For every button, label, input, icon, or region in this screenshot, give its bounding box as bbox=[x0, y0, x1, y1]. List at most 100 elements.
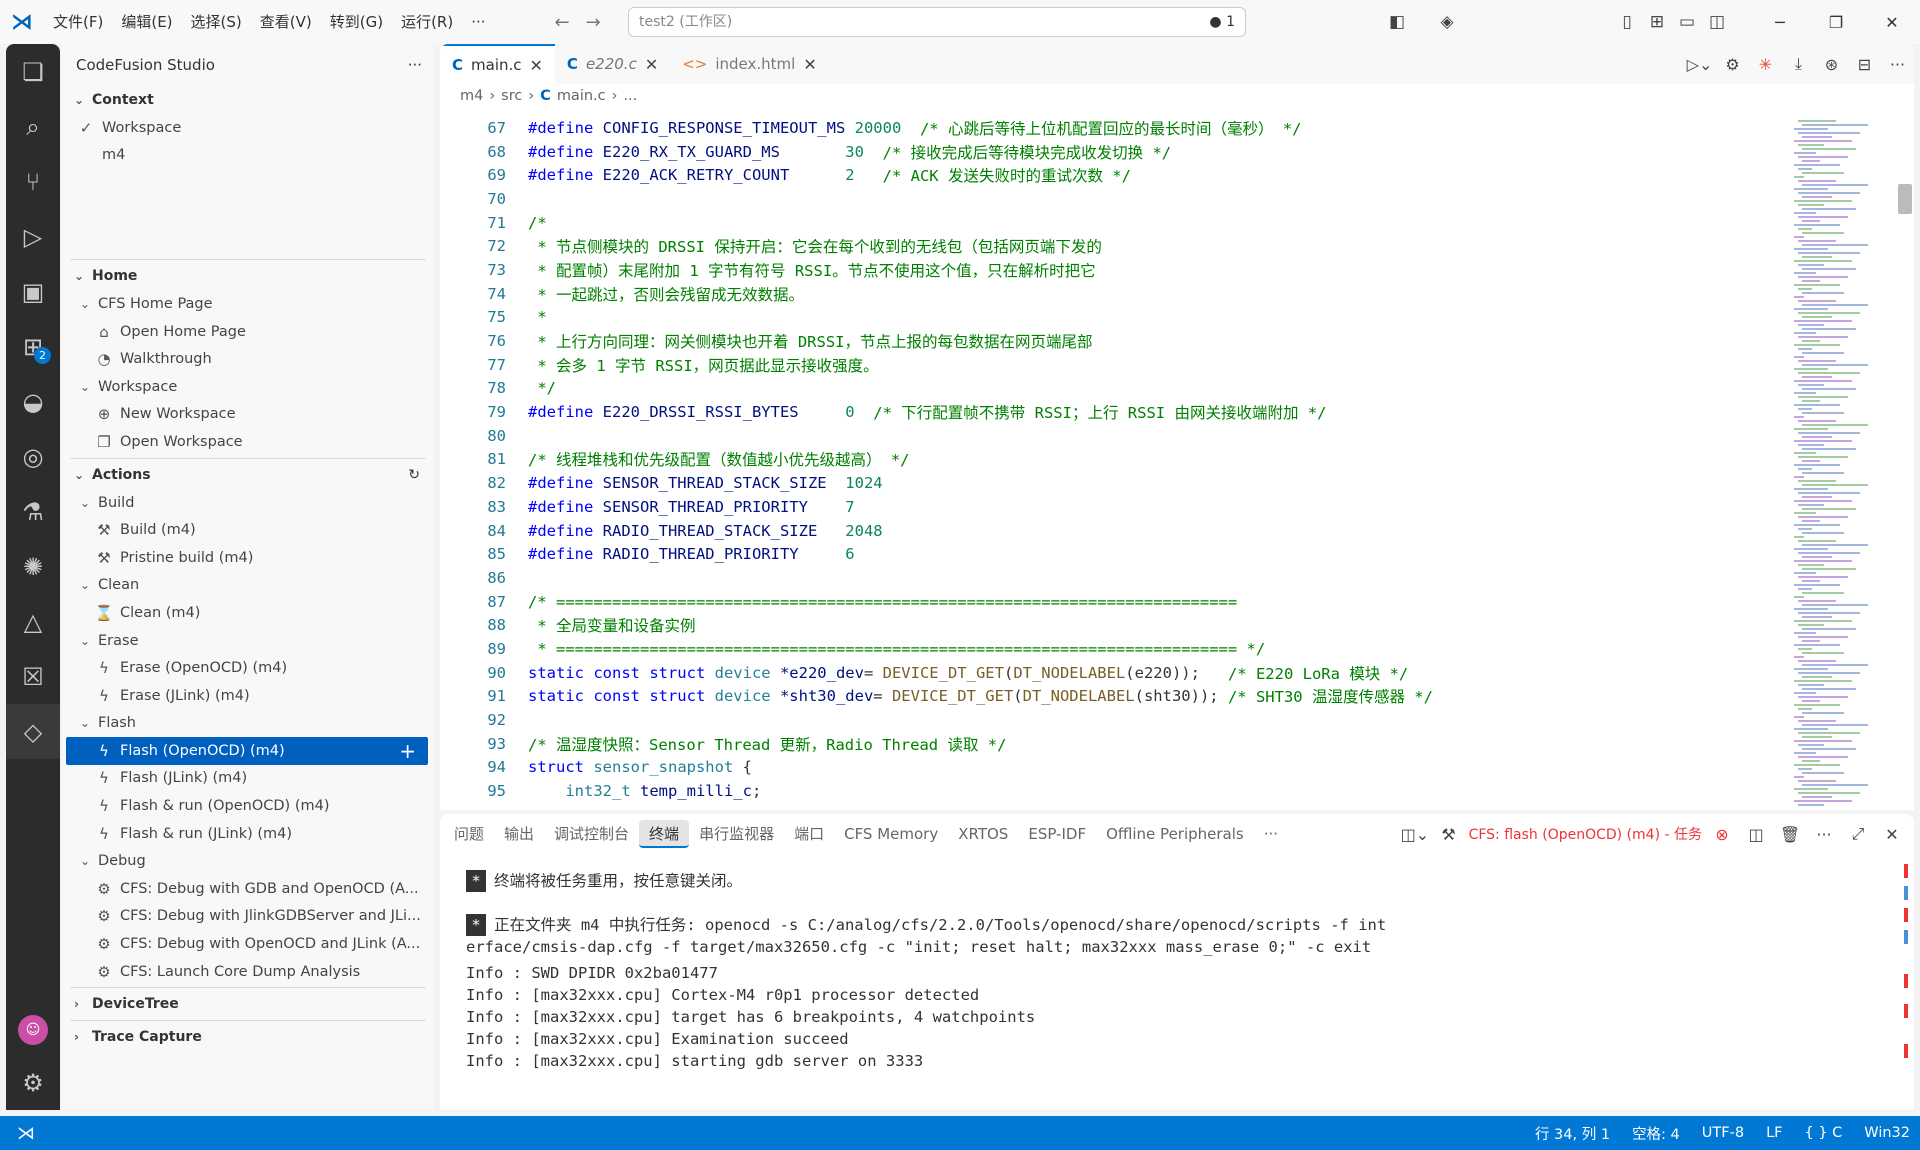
actions-section[interactable]: ⌄ Actions ↻ bbox=[62, 461, 434, 489]
menu-item[interactable]: 转到(G) bbox=[321, 0, 392, 44]
code-line[interactable]: 76 * 上行方向同理：网关侧模块也开着 DRSSI，节点上报的每包数据在网页端… bbox=[440, 329, 1780, 353]
platform[interactable]: Win32 bbox=[1864, 1125, 1910, 1141]
code-line[interactable]: 77 * 会多 1 字节 RSSI，网页据此显示接收强度。 bbox=[440, 353, 1780, 377]
forward-arrow-icon[interactable]: → bbox=[586, 12, 601, 33]
panel-tab[interactable]: XRTOS bbox=[948, 820, 1018, 848]
tab-close-icon[interactable]: ✕ bbox=[530, 56, 543, 75]
menu-item[interactable]: 运行(R) bbox=[392, 0, 462, 44]
menu-item[interactable]: 文件(F) bbox=[44, 0, 112, 44]
code-line[interactable]: 84 #define RADIO_THREAD_STACK_SIZE 2048 bbox=[440, 519, 1780, 543]
code-line[interactable]: 82 #define SENSOR_THREAD_STACK_SIZE 1024 bbox=[440, 471, 1780, 495]
chat-icon[interactable]: ◧ bbox=[1382, 12, 1412, 32]
code-line[interactable]: 71 /* bbox=[440, 211, 1780, 235]
code-line[interactable]: 94 struct sensor_snapshot { bbox=[440, 756, 1780, 780]
maximize-icon[interactable]: ❐ bbox=[1808, 13, 1864, 32]
toggle-panel-icon[interactable]: ▭ bbox=[1672, 12, 1702, 32]
tree-group[interactable]: ⌄ Workspace bbox=[62, 373, 434, 401]
code-line[interactable]: 87 /* ===================================… bbox=[440, 590, 1780, 614]
extensions-icon[interactable]: ⊞ 2 bbox=[6, 319, 60, 374]
home-section[interactable]: ⌄ Home bbox=[62, 262, 434, 290]
code-line[interactable]: 67 #define CONFIG_RESPONSE_TIMEOUT_MS 200… bbox=[440, 116, 1780, 140]
code-line[interactable]: 86 bbox=[440, 566, 1780, 590]
breadcrumb-item[interactable]: m4 bbox=[460, 88, 483, 104]
tree-item[interactable]: ❐ Open Workspace bbox=[62, 428, 434, 456]
panel-tab[interactable]: CFS Memory bbox=[834, 820, 948, 848]
panel-tab[interactable]: 问题 bbox=[444, 820, 494, 848]
trash-icon[interactable]: 🗑 bbox=[1776, 825, 1804, 844]
cursor-position[interactable]: 行 34, 列 1 bbox=[1535, 1123, 1610, 1144]
tree-group[interactable]: ⌄ CFS Home Page bbox=[62, 290, 434, 318]
tree-item[interactable]: ϟ Flash (OpenOCD) (m4) + bbox=[66, 737, 428, 765]
remote-icon[interactable]: ⋊ bbox=[0, 1123, 52, 1144]
context-section[interactable]: ⌄ Context bbox=[62, 86, 434, 114]
context-m4[interactable]: m4 bbox=[62, 142, 434, 170]
code-line[interactable]: 89 * ===================================… bbox=[440, 637, 1780, 661]
tree-item[interactable]: ◔ Walkthrough bbox=[62, 345, 434, 373]
ai-icon[interactable]: ⊛ bbox=[1815, 55, 1848, 74]
tree-item[interactable]: ⌛ Clean (m4) bbox=[62, 599, 434, 627]
editor-tab[interactable]: Ce220.c ✕ bbox=[555, 44, 670, 84]
tree-item[interactable]: ⚙ CFS: Debug with JlinkGDBServer and JLi.… bbox=[62, 903, 434, 931]
tools-icon[interactable]: ⚒ bbox=[1435, 825, 1463, 844]
tree-item[interactable]: ϟ Flash (JLink) (m4) bbox=[62, 765, 434, 793]
code-line[interactable]: 88 * 全局变量和设备实例 bbox=[440, 613, 1780, 637]
panel-tab[interactable]: 端口 bbox=[784, 820, 834, 848]
tree-item[interactable]: ⚒ Pristine build (m4) bbox=[62, 544, 434, 572]
code-line[interactable]: 68 #define E220_RX_TX_GUARD_MS 30 /* 接收完成… bbox=[440, 140, 1780, 164]
more-icon[interactable]: ··· bbox=[1810, 825, 1838, 844]
tree-group[interactable]: ⌄ Erase bbox=[62, 627, 434, 655]
tree-item[interactable]: ⚙ CFS: Debug with GDB and OpenOCD (A... bbox=[62, 875, 434, 903]
trace-capture-section[interactable]: › Trace Capture bbox=[62, 1023, 434, 1051]
close-icon[interactable]: ✕ bbox=[1864, 13, 1920, 32]
code-line[interactable]: 91 static const struct device *sht30_dev =… bbox=[440, 685, 1780, 709]
platformio-icon[interactable]: ✺ bbox=[6, 539, 60, 594]
code-line[interactable]: 80 bbox=[440, 424, 1780, 448]
code-line[interactable]: 78 */ bbox=[440, 377, 1780, 401]
code-line[interactable]: 90 static const struct device *e220_dev = … bbox=[440, 661, 1780, 685]
copilot-icon[interactable]: ◈ bbox=[1432, 12, 1462, 32]
context-workspace[interactable]: ✓ Workspace bbox=[62, 114, 434, 142]
editor-tab[interactable]: <> index.html ✕ bbox=[670, 44, 829, 84]
menu-item[interactable]: 查看(V) bbox=[251, 0, 321, 44]
testing-icon[interactable]: ⚗ bbox=[6, 484, 60, 539]
split-editor-icon[interactable]: ⊟ bbox=[1848, 55, 1881, 74]
terminal-output[interactable]: * 终端将被任务重用，按任意键关闭。 * 正在文件夹 m4 中执行任务: openoc… bbox=[466, 870, 1846, 1072]
analog-icon[interactable]: △ bbox=[6, 594, 60, 649]
indentation[interactable]: 空格: 4 bbox=[1632, 1123, 1680, 1144]
remote-explorer-icon[interactable]: ▣ bbox=[6, 264, 60, 319]
panel-tab[interactable]: ESP-IDF bbox=[1018, 820, 1096, 848]
run-debug-icon[interactable]: ▷ bbox=[6, 209, 60, 264]
tree-group[interactable]: ⌄ Flash bbox=[62, 710, 434, 738]
code-view[interactable]: 67 #define CONFIG_RESPONSE_TIMEOUT_MS 200… bbox=[440, 116, 1780, 803]
panel-tab[interactable]: 调试控制台 bbox=[544, 820, 639, 848]
spark-icon[interactable]: ✳ bbox=[1749, 55, 1782, 74]
editor-tab[interactable]: Cmain.c ✕ bbox=[440, 44, 555, 84]
code-line[interactable]: 69 #define E220_ACK_RETRY_COUNT 2 /* ACK … bbox=[440, 163, 1780, 187]
tree-item[interactable]: ϟ Flash & run (OpenOCD) (m4) bbox=[62, 792, 434, 820]
panel-tab[interactable]: 终端 bbox=[639, 820, 690, 848]
toggle-sidebar-icon[interactable]: ▯ bbox=[1612, 12, 1642, 32]
code-line[interactable]: 92 bbox=[440, 708, 1780, 732]
breadcrumb-item[interactable]: main.c bbox=[557, 88, 606, 104]
encoding[interactable]: UTF-8 bbox=[1702, 1125, 1744, 1141]
line-ending[interactable]: LF bbox=[1766, 1125, 1782, 1141]
panel-tab[interactable]: 输出 bbox=[494, 820, 544, 848]
new-terminal-split-icon[interactable]: ◫⌄ bbox=[1401, 825, 1430, 844]
close-panel-icon[interactable]: ✕ bbox=[1878, 825, 1906, 844]
panel-tab[interactable]: ··· bbox=[1254, 820, 1288, 848]
refresh-icon[interactable]: ↻ bbox=[408, 467, 420, 483]
code-line[interactable]: 70 bbox=[440, 187, 1780, 211]
code-line[interactable]: 85 #define RADIO_THREAD_PRIORITY 6 bbox=[440, 542, 1780, 566]
tree-group[interactable]: ⌄ Clean bbox=[62, 572, 434, 600]
codefusion-icon[interactable]: ◇ bbox=[6, 704, 60, 759]
split-terminal-icon[interactable]: ◫ bbox=[1742, 825, 1770, 844]
more-actions-icon[interactable]: ··· bbox=[408, 56, 422, 74]
search-icon[interactable]: ⌕ bbox=[6, 99, 60, 154]
breadcrumb-item[interactable]: ... bbox=[623, 88, 637, 104]
settings-icon[interactable]: ⚙ bbox=[1716, 55, 1749, 74]
menu-item[interactable]: ··· bbox=[462, 0, 494, 44]
tree-item[interactable]: ⚒ Build (m4) bbox=[62, 516, 434, 544]
explorer-icon[interactable]: ❏ bbox=[6, 44, 60, 99]
code-line[interactable]: 73 * 配置帧）末尾附加 1 字节有符号 RSSI。节点不使用这个值，只在解析… bbox=[440, 258, 1780, 282]
tree-item[interactable]: ⚙ CFS: Debug with OpenOCD and JLink (A... bbox=[62, 930, 434, 958]
